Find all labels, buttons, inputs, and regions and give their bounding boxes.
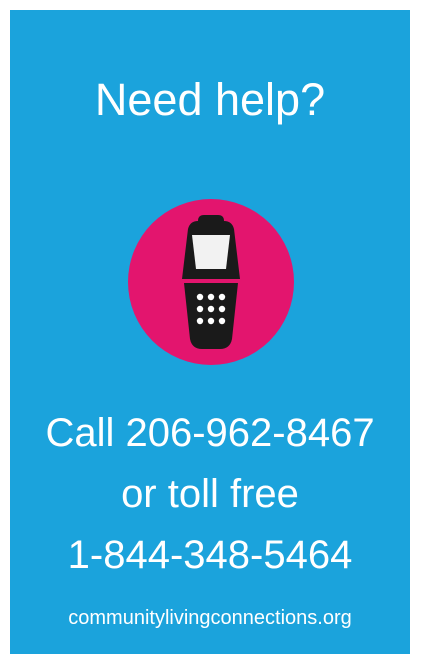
help-card: Need help? Call 206-962-8467 or toll fre… [10,10,410,654]
phone-icon [182,215,240,349]
call-number-line: Call 206-962-8467 [45,411,375,455]
phone-circle [128,199,294,365]
headline: Need help? [94,74,326,125]
website-link[interactable]: communitylivingconnections.org [10,606,410,630]
toll-free-number-line: 1-844-348-5464 [67,533,353,577]
toll-free-line: or toll free [121,472,299,516]
